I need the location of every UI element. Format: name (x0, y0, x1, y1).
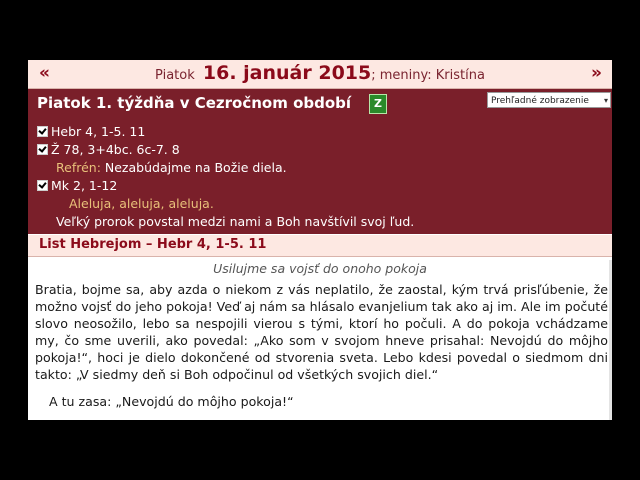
refren-text: Nezabúdajme na Božie diela. (104, 160, 287, 175)
reading-item-gospel[interactable]: Mk 2, 1-12 (37, 177, 117, 194)
liturgy-panel: Piatok 1. týždňa v Cezročnom období Z Pr… (28, 89, 612, 234)
scrollbar[interactable] (609, 260, 612, 420)
browser-page: « Piatok 16. január 2015; meniny: Kristí… (28, 60, 612, 420)
reading-item-1[interactable]: Hebr 4, 1-5. 11 (37, 123, 145, 140)
reading-body: Bratia, bojme sa, aby azda o niekom z vá… (35, 282, 608, 382)
section-title: List Hebrejom – Hebr 4, 1-5. 11 (39, 237, 267, 252)
liturgical-day-title: Piatok 1. týždňa v Cezročnom období (37, 94, 352, 112)
refren-line: Refrén: Nezabúdajme na Božie diela. (56, 159, 287, 176)
reading-headline: Usilujme sa vojsť do onoho pokoja (213, 261, 427, 276)
alleluia-line: Aleluja, aleluja, aleluja. (69, 196, 214, 211)
view-mode-value: Prehľadné zobrazenie (491, 96, 589, 106)
next-day-arrow-icon[interactable]: » (591, 63, 602, 83)
alleluia-verse: Veľký prorok povstal medzi nami a Boh na… (56, 214, 415, 229)
checkbox-checked-icon[interactable] (37, 144, 48, 155)
reading-ref: Ž 78, 3+4bc. 6c-7. 8 (51, 142, 180, 157)
view-mode-select[interactable]: Prehľadné zobrazenie ▾ (487, 92, 611, 108)
reading-body-next: A tu zasa: „Nevojdú do môjho pokoja!“ (49, 394, 294, 409)
reading-ref: Hebr 4, 1-5. 11 (51, 124, 146, 139)
liturgical-color-badge: Z (369, 94, 387, 114)
date-line: Piatok 16. január 2015; meniny: Kristína (28, 62, 612, 87)
current-date[interactable]: 16. január 2015 (203, 62, 371, 84)
date-navigation-bar: « Piatok 16. január 2015; meniny: Kristí… (28, 60, 612, 89)
weekday-label: Piatok (155, 68, 195, 83)
checkbox-checked-icon[interactable] (37, 126, 48, 137)
name-day-text: ; meniny: Kristína (371, 68, 485, 83)
reading-ref: Mk 2, 1-12 (51, 178, 118, 193)
checkbox-checked-icon[interactable] (37, 180, 48, 191)
reading-item-2[interactable]: Ž 78, 3+4bc. 6c-7. 8 (37, 141, 180, 158)
refren-label: Refrén: (56, 160, 101, 175)
chevron-down-icon: ▾ (603, 96, 608, 105)
reading-section-header: List Hebrejom – Hebr 4, 1-5. 11 (28, 235, 612, 257)
